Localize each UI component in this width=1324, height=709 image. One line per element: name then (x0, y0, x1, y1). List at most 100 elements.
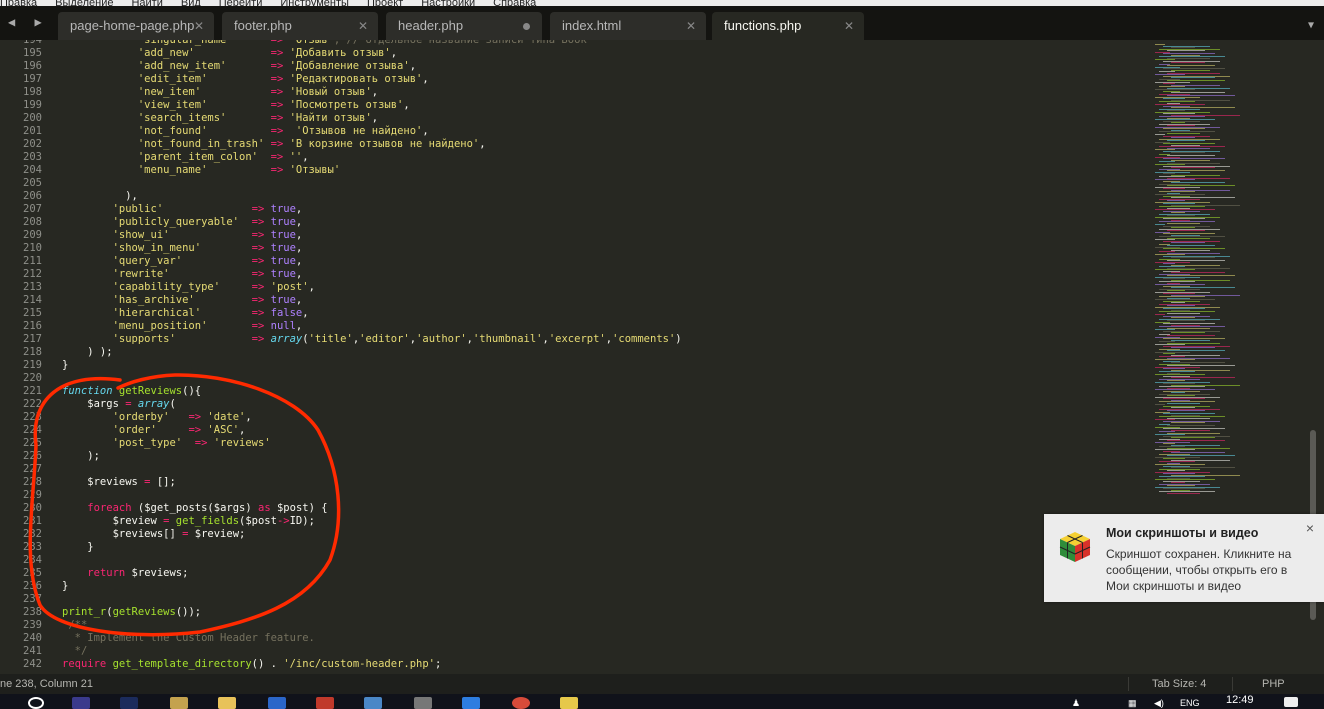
network-icon[interactable]: ▦ (1128, 698, 1137, 709)
code-line[interactable]: 210 'show_in_menu' => true, (0, 242, 302, 255)
line-number: 238 (23, 606, 42, 618)
code-line[interactable]: 219} (0, 359, 68, 372)
code-line[interactable]: 218 ) ); (0, 346, 113, 359)
code-line[interactable]: 235 return $reviews; (0, 567, 188, 580)
minimap-line (1171, 339, 1210, 341)
clock[interactable]: 12:49 (1226, 694, 1254, 706)
code-line[interactable]: 225 'post_type' => 'reviews' (0, 437, 271, 450)
code-token: 'hierarchical' (112, 307, 202, 319)
code-line[interactable]: 220 (0, 372, 62, 385)
opera-icon[interactable] (316, 697, 334, 709)
code-token: , (371, 86, 379, 98)
code-line[interactable]: 222 $args = array( (0, 398, 176, 411)
minimap-line (1167, 132, 1200, 134)
code-line[interactable]: 215 'hierarchical' => false, (0, 307, 309, 320)
code-token: $post) { (270, 502, 328, 514)
tab-label: index.html (562, 18, 622, 33)
code-line[interactable]: 202 'not_found_in_trash' => 'В корзине о… (0, 138, 486, 151)
close-icon[interactable]: ✕ (686, 12, 696, 40)
tab-footer[interactable]: footer.php ✕ (222, 12, 378, 40)
code-line[interactable]: 230 foreach ($get_posts($args) as $post)… (0, 502, 328, 515)
search-icon[interactable] (28, 697, 44, 709)
code-line[interactable]: 199 'view_item' => 'Посмотреть отзыв', (0, 99, 410, 112)
vscode-icon[interactable] (462, 697, 480, 709)
code-line[interactable]: 226 ); (0, 450, 100, 463)
code-line[interactable]: 224 'order' => 'ASC', (0, 424, 245, 437)
modified-dot-icon[interactable] (523, 23, 530, 30)
code-line[interactable]: 228 $reviews = []; (0, 476, 176, 489)
code-line[interactable]: 214 'has_archive' => true, (0, 294, 302, 307)
user-icon[interactable]: ♟ (1072, 698, 1080, 709)
code-line[interactable]: 231 $review = get_fields($post->ID); (0, 515, 315, 528)
rubiks-cube-icon[interactable] (560, 697, 578, 709)
code-line[interactable]: 242 require get_template_directory() . '/… (0, 658, 441, 671)
code-line[interactable]: 209 'show_ui' => true, (0, 229, 302, 242)
tab-functions[interactable]: functions.php ✕ (712, 12, 864, 40)
code-token: 'edit_item' (137, 73, 208, 85)
code-line[interactable]: 239 /** (0, 619, 87, 632)
code-token: => (226, 112, 290, 124)
code-line[interactable]: 223 'orderby' => 'date', (0, 411, 252, 424)
code-line[interactable]: 241 */ (0, 645, 87, 658)
screenshot-notification[interactable]: Мои скриншоты и видео Скриншот сохранен.… (1044, 514, 1324, 602)
code-line[interactable]: 195 'add_new' => 'Добавить отзыв', (0, 47, 397, 60)
tab-nav-arrows-icon[interactable]: ◀ ▶ (8, 15, 48, 29)
code-line[interactable]: 232 $reviews[] = $review; (0, 528, 245, 541)
code-line[interactable]: 204 'menu_name' => 'Отзывы' (0, 164, 340, 177)
code-line[interactable]: 217 'supports' => array('title','editor'… (0, 333, 682, 346)
code-line[interactable]: 203 'parent_item_colon' => '', (0, 151, 309, 164)
code-line[interactable]: 205 (0, 177, 62, 190)
syntax-selector[interactable]: PHP (1262, 674, 1285, 694)
code-line[interactable]: 236} (0, 580, 68, 593)
close-icon[interactable]: ✕ (844, 12, 854, 40)
code-line[interactable]: 233 } (0, 541, 94, 554)
chrome-icon[interactable] (512, 697, 530, 709)
code-line[interactable]: 211 'query_var' => true, (0, 255, 302, 268)
code-line[interactable]: 206 ), (0, 190, 138, 203)
image-viewer-icon[interactable] (364, 697, 382, 709)
code-token: 'editor' (359, 333, 410, 345)
code-line[interactable]: 207 'public' => true, (0, 203, 302, 216)
code-editor[interactable]: 194 'singular_name' => 'Отзыв', // отдел… (0, 40, 1150, 674)
code-token: => (207, 99, 290, 111)
code-line[interactable]: 212 'rewrite' => true, (0, 268, 302, 281)
mail-icon[interactable] (72, 697, 90, 709)
folder-icon[interactable] (218, 697, 236, 709)
language-indicator[interactable]: ENG (1180, 698, 1200, 708)
tab-list-dropdown-icon[interactable]: ▼ (1308, 20, 1314, 31)
code-line[interactable]: 238 print_r(getReviews()); (0, 606, 201, 619)
tab-header[interactable]: header.php (386, 12, 542, 40)
browser-icon[interactable] (268, 697, 286, 709)
code-line[interactable]: 240 * Implement the Custom Header featur… (0, 632, 315, 645)
code-line[interactable]: 208 'publicly_queryable' => true, (0, 216, 302, 229)
close-icon[interactable]: ✕ (194, 12, 204, 40)
code-line[interactable]: 229 (0, 489, 62, 502)
code-line[interactable]: 200 'search_items' => 'Найти отзыв', (0, 112, 378, 125)
code-line[interactable]: 196 'add_new_item' => 'Добавление отзыва… (0, 60, 416, 73)
code-line[interactable]: 201 'not_found' => 'Отзывов не найдено', (0, 125, 429, 138)
tab-page-home-page[interactable]: page-home-page.php ✕ (58, 12, 214, 40)
code-line[interactable]: 227 (0, 463, 62, 476)
tab-size-selector[interactable]: Tab Size: 4 (1152, 674, 1206, 694)
photoshop-icon[interactable] (120, 697, 138, 709)
code-token: 'add_new_item' (137, 60, 227, 72)
code-line[interactable]: 198 'new_item' => 'Новый отзыв', (0, 86, 378, 99)
volume-icon[interactable]: ◀) (1154, 698, 1164, 709)
code-line[interactable]: 213 'capability_type' => 'post', (0, 281, 315, 294)
pencil-icon[interactable] (170, 697, 188, 709)
code-line[interactable]: 234 (0, 554, 62, 567)
sublime-text-icon[interactable] (414, 697, 432, 709)
tab-index[interactable]: index.html ✕ (550, 12, 706, 40)
line-number: 228 (23, 476, 42, 488)
code-line[interactable]: 197 'edit_item' => 'Редактировать отзыв'… (0, 73, 429, 86)
code-line[interactable]: 221 function getReviews(){ (0, 385, 201, 398)
code-line[interactable]: 237 (0, 593, 62, 606)
close-icon[interactable]: ✕ (358, 12, 368, 40)
code-line[interactable]: 216 'menu_position' => null, (0, 320, 302, 333)
close-icon[interactable]: × (1306, 520, 1314, 536)
notifications-icon[interactable] (1284, 697, 1298, 707)
code-line[interactable]: 194 'singular_name' => 'Отзыв', // отдел… (0, 40, 587, 47)
